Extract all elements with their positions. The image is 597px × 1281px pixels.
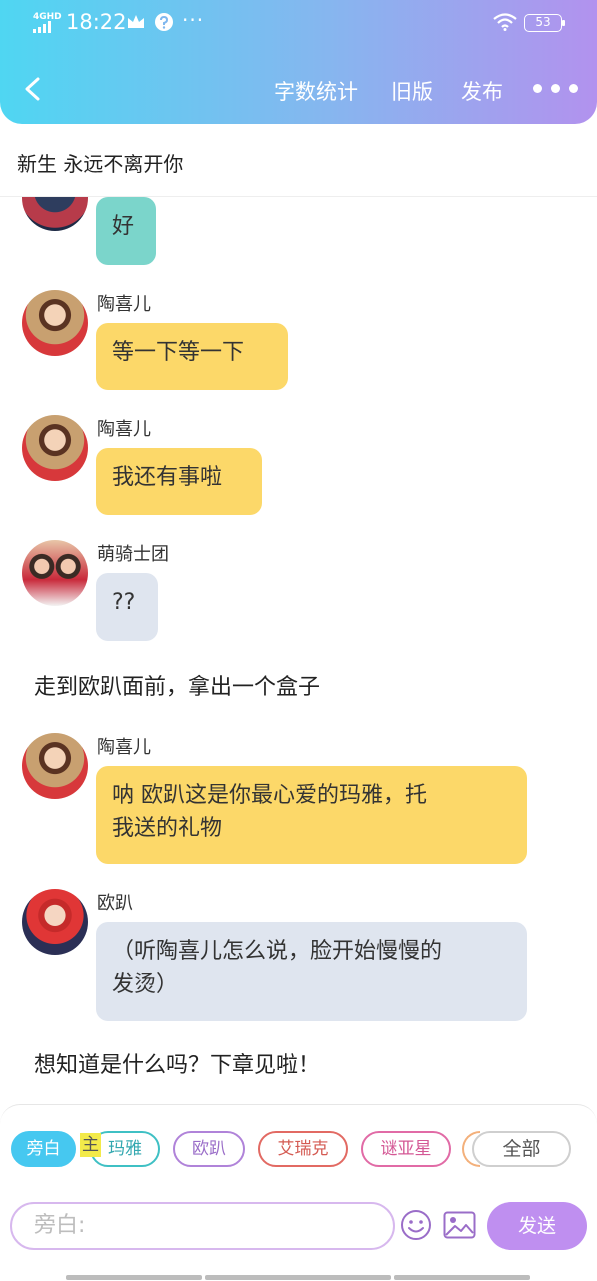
message-bubble[interactable]: 呐 欧趴这是你最心爱的玛雅，托 我送的礼物 bbox=[96, 766, 527, 864]
role-chip-ouba[interactable]: 欧趴 bbox=[173, 1131, 245, 1167]
role-chip-eric[interactable]: 艾瑞克 bbox=[258, 1131, 348, 1167]
emoji-icon[interactable] bbox=[400, 1209, 432, 1241]
avatar[interactable] bbox=[22, 733, 88, 799]
role-chip-narrator[interactable]: 旁白 bbox=[11, 1131, 76, 1167]
narration-text[interactable]: 走到欧趴面前，拿出一个盒子 bbox=[34, 669, 320, 701]
signal-icon bbox=[33, 21, 57, 33]
speaker-name: 陶喜儿 bbox=[97, 419, 151, 440]
speaker-name: 陶喜儿 bbox=[97, 737, 151, 758]
message-text: 我还有事啦 bbox=[112, 465, 223, 490]
status-time: 18:22 bbox=[66, 10, 127, 34]
avatar[interactable] bbox=[22, 290, 88, 356]
nav-bar-segment bbox=[66, 1275, 202, 1280]
avatar[interactable] bbox=[22, 540, 88, 606]
all-roles-button[interactable]: 全部 bbox=[472, 1131, 571, 1167]
role-chip-miya[interactable]: 谜亚星 bbox=[361, 1131, 451, 1167]
word-count-button[interactable]: 字数统计 bbox=[274, 76, 358, 106]
message-text: ?? bbox=[112, 590, 136, 615]
message-input[interactable]: 旁白: bbox=[10, 1202, 395, 1250]
message-bubble[interactable]: ?? bbox=[96, 573, 158, 641]
publish-button[interactable]: 发布 bbox=[461, 76, 503, 106]
more-dots-icon[interactable] bbox=[533, 84, 579, 94]
main-role-badge: 主 bbox=[80, 1133, 101, 1157]
nav-bar-segment bbox=[205, 1275, 391, 1280]
message-text-line: （听陶喜儿怎么说，脸开始慢慢的 bbox=[112, 939, 443, 964]
app-header: 4GHD 18:22 ··· 53 字数统计 旧版 发布 bbox=[0, 0, 597, 124]
message-text-line: 发烫） bbox=[112, 972, 179, 997]
old-version-button[interactable]: 旧版 bbox=[391, 76, 433, 106]
image-icon[interactable] bbox=[443, 1211, 476, 1239]
speaker-name: 陶喜儿 bbox=[97, 294, 151, 315]
message-bubble[interactable]: 好 bbox=[96, 197, 156, 265]
narration-text[interactable]: 想知道是什么吗？下章见啦！ bbox=[34, 1047, 320, 1079]
chat-area[interactable]: 好 陶喜儿 等一下等一下 陶喜儿 我还有事啦 萌骑士团 ?? 走到欧趴面前，拿出… bbox=[0, 197, 597, 1102]
avatar[interactable] bbox=[22, 889, 88, 955]
speaker-name: 萌骑士团 bbox=[97, 544, 169, 565]
message-text: 好 bbox=[112, 214, 135, 239]
status-bar: 4GHD 18:22 ··· 53 bbox=[0, 0, 597, 46]
wifi-icon bbox=[493, 13, 517, 31]
send-button[interactable]: 发送 bbox=[487, 1202, 587, 1250]
nav-bar-segment bbox=[394, 1275, 530, 1280]
message-bubble[interactable]: 我还有事啦 bbox=[96, 448, 262, 515]
message-text-line: 我送的礼物 bbox=[112, 816, 223, 841]
message-bubble[interactable]: 等一下等一下 bbox=[96, 323, 288, 390]
message-text-line: 呐 欧趴这是你最心爱的玛雅，托 bbox=[112, 783, 427, 808]
avatar[interactable] bbox=[22, 415, 88, 481]
status-more-icon: ··· bbox=[182, 8, 205, 32]
crown-icon bbox=[128, 15, 144, 28]
chapter-title[interactable]: 新生 永远不离开你 bbox=[17, 148, 183, 177]
speaker-name: 欧趴 bbox=[97, 893, 133, 914]
back-arrow-icon[interactable] bbox=[18, 74, 46, 104]
avatar[interactable] bbox=[22, 197, 88, 231]
battery-indicator: 53 bbox=[524, 14, 565, 32]
help-icon bbox=[155, 13, 173, 31]
message-text: 等一下等一下 bbox=[112, 340, 245, 365]
message-bubble[interactable]: （听陶喜儿怎么说，脸开始慢慢的 发烫） bbox=[96, 922, 527, 1021]
